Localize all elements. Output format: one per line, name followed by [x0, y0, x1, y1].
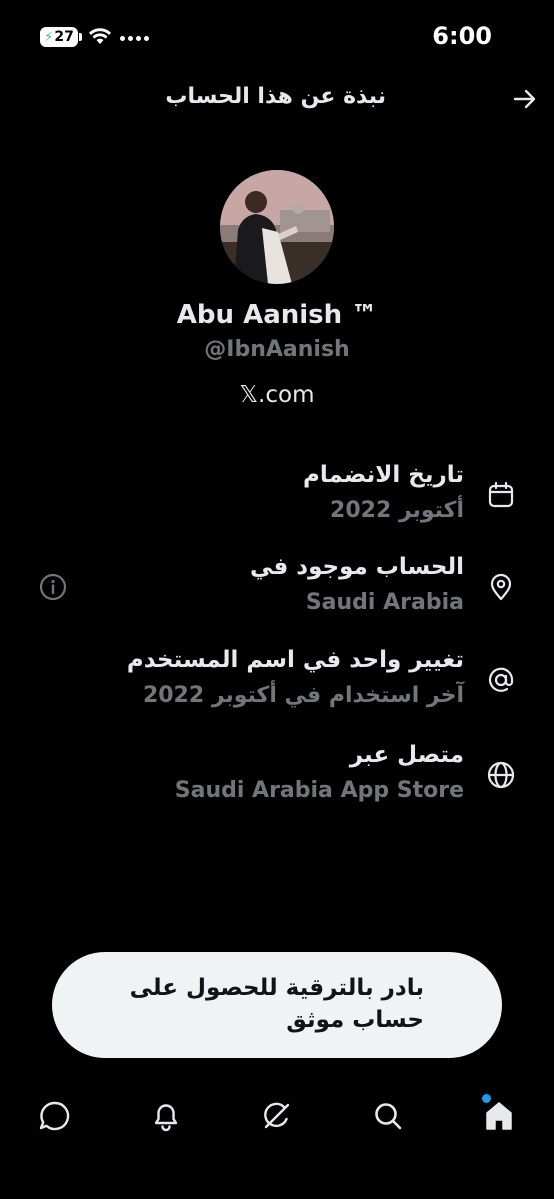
display-name: Abu Aanish ™ — [176, 300, 378, 330]
info-icon[interactable] — [38, 572, 68, 602]
username-title: تغيير واحد في اسم المستخدم — [126, 647, 464, 673]
battery-indicator: ⚡ 27 — [40, 27, 82, 47]
at-sign-icon — [488, 667, 514, 692]
username-value: آخر استخدام في أكتوبر 2022 — [142, 683, 464, 708]
globe-icon — [487, 761, 515, 789]
bottom-nav — [0, 1086, 554, 1146]
avatar — [220, 170, 334, 284]
avatar-photo — [220, 170, 334, 284]
location-value: Saudi Arabia — [305, 590, 464, 615]
header: نبذة عن هذا الحساب — [0, 76, 554, 122]
page-title: نبذة عن هذا الحساب — [165, 84, 386, 109]
search-icon[interactable] — [370, 1098, 406, 1134]
battery-level: 27 — [54, 29, 74, 45]
calendar-icon — [488, 481, 514, 508]
connected-value: Saudi Arabia App Store — [174, 778, 464, 803]
joined-value: أكتوبر 2022 — [330, 498, 464, 523]
cellular-signal-icon — [120, 36, 149, 41]
username-changes-row: تغيير واحد في اسم المستخدم آخر استخدام ف… — [0, 645, 554, 725]
location-title: الحساب موجود في — [249, 554, 464, 580]
joined-title: تاريخ الانضمام — [303, 462, 464, 488]
joined-date-row: تاريخ الانضمام أكتوبر 2022 — [0, 460, 554, 540]
user-handle: @IbnAanish — [204, 337, 350, 362]
bell-icon[interactable] — [148, 1098, 184, 1134]
upgrade-verified-button[interactable]: بادر بالترقية للحصول على حساب موثق — [52, 952, 502, 1058]
status-time: 6:00 — [432, 22, 492, 50]
wifi-icon — [89, 28, 111, 44]
site-label: 𝕏.com — [239, 382, 315, 408]
notification-dot — [482, 1094, 491, 1103]
home-icon[interactable] — [481, 1098, 517, 1134]
status-bar: ⚡ 27 6:00 — [0, 0, 554, 76]
location-pin-icon — [490, 573, 512, 601]
connected-title: متصل عبر — [349, 742, 464, 768]
grok-icon[interactable] — [259, 1098, 295, 1134]
connected-via-row: متصل عبر Saudi Arabia App Store — [0, 740, 554, 820]
chat-icon[interactable] — [37, 1098, 73, 1134]
account-location-row: الحساب موجود في Saudi Arabia — [0, 552, 554, 632]
charging-bolt-icon: ⚡ — [44, 29, 54, 45]
arrow-right-icon[interactable] — [512, 86, 538, 112]
